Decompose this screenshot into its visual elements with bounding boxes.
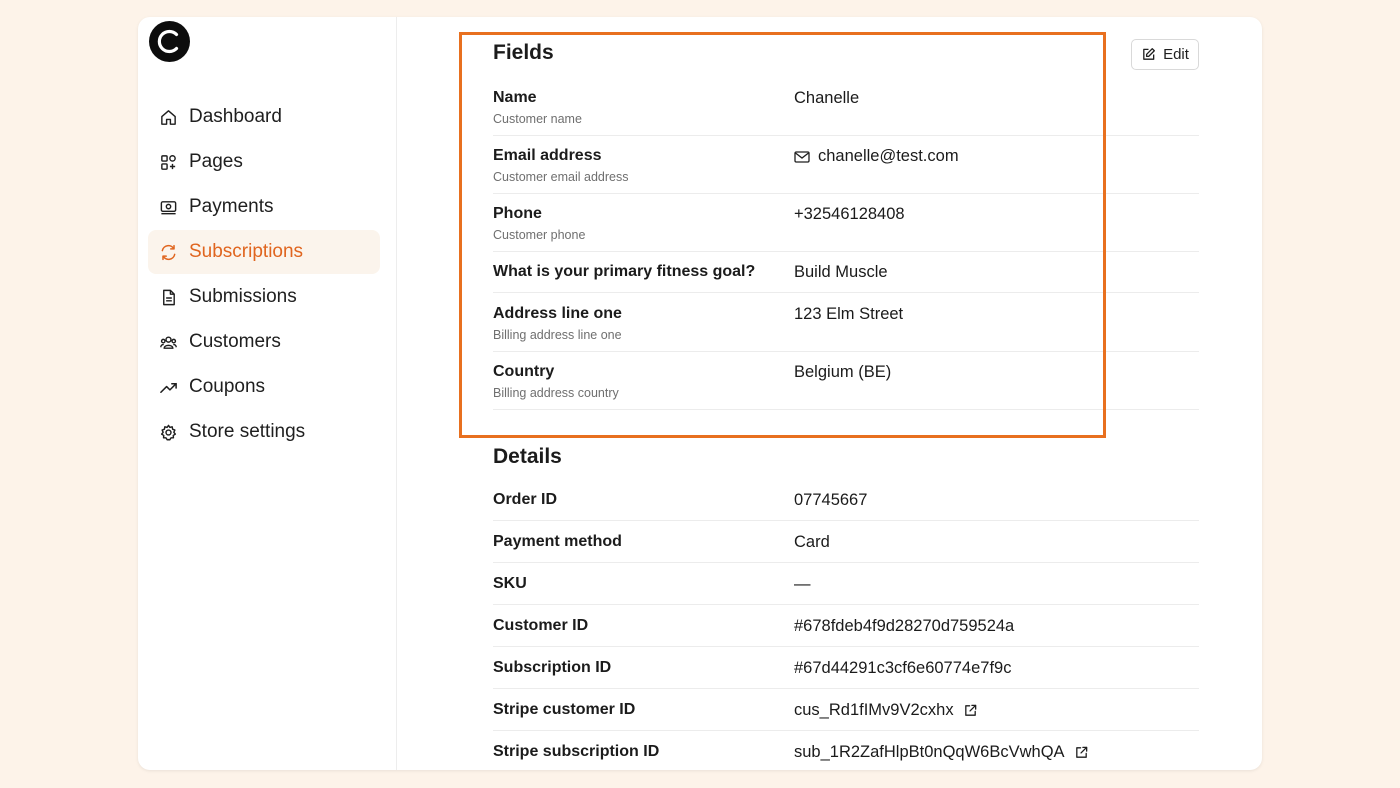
trending-up-icon [159,378,178,397]
fields-section-title: Fields [493,41,554,64]
detail-row-subscription-id: Subscription ID #67d44291c3cf6e60774e7f9… [493,659,1199,689]
field-label: Country [493,363,555,380]
sidebar-item-store-settings[interactable]: Store settings [148,410,380,454]
field-row-name: Name Customer name Chanelle [493,89,1199,136]
detail-value: cus_Rd1fIMv9V2cxhx [794,701,978,720]
detail-value-text: #67d44291c3cf6e60774e7f9c [794,659,1012,677]
field-value-text: Belgium (BE) [794,363,892,381]
detail-value: #67d44291c3cf6e60774e7f9c [794,659,1011,678]
detail-label: Subscription ID [493,659,612,676]
sidebar-item-dashboard[interactable]: Dashboard [148,95,380,139]
sidebar-item-label: Payments [189,196,274,217]
field-label: What is your primary fitness goal? [493,263,756,280]
gear-icon [159,423,178,442]
sidebar-item-subscriptions[interactable]: Subscriptions [148,230,380,274]
sidebar-item-coupons[interactable]: Coupons [148,365,380,409]
detail-value: Card [794,533,830,552]
sidebar-item-payments[interactable]: Payments [148,185,380,229]
document-icon [159,288,178,307]
detail-label: Payment method [493,533,622,550]
sidebar-item-customers[interactable]: Customers [148,320,380,364]
field-sublabel: Billing address line one [493,328,622,342]
field-sublabel: Customer name [493,112,582,126]
sidebar-item-label: Dashboard [189,106,282,127]
field-row-fitness-goal: What is your primary fitness goal? Build… [493,263,1199,293]
detail-label: Stripe customer ID [493,701,636,718]
refresh-icon [159,243,178,262]
field-sublabel: Customer phone [493,228,586,242]
field-label: Email address [493,147,602,164]
field-label: Phone [493,205,542,222]
field-label: Address line one [493,305,622,322]
grid-plus-icon [159,153,178,172]
users-icon [159,333,178,352]
detail-value-text: cus_Rd1fIMv9V2cxhx [794,701,954,719]
detail-row-stripe-customer-id: Stripe customer ID cus_Rd1fIMv9V2cxhx [493,701,1199,731]
field-label: Name [493,89,537,106]
sidebar: Dashboard Pages Payments Subscriptions S… [138,17,397,770]
field-sublabel: Billing address country [493,386,619,400]
field-value: Build Muscle [794,263,888,282]
sidebar-item-label: Pages [189,151,243,172]
field-row-address-line-one: Address line one Billing address line on… [493,305,1199,352]
external-link-icon[interactable] [1074,745,1089,760]
field-row-email: Email address Customer email address cha… [493,147,1199,194]
sidebar-item-label: Customers [189,331,281,352]
detail-value-text: 07745667 [794,491,868,509]
detail-value: #678fdeb4f9d28270d759524a [794,617,1014,636]
banknote-icon [159,198,178,217]
detail-row-payment-method: Payment method Card [493,533,1199,563]
detail-label: Customer ID [493,617,589,634]
field-value: +32546128408 [794,205,905,224]
detail-value-text: — [794,575,811,593]
detail-row-sku: SKU — [493,575,1199,605]
field-row-phone: Phone Customer phone +32546128408 [493,205,1199,252]
detail-row-stripe-subscription-id: Stripe subscription ID sub_1R2ZafHlpBt0n… [493,743,1199,770]
details-section-title: Details [493,445,562,468]
sidebar-item-label: Coupons [189,376,266,397]
field-value: 123 Elm Street [794,305,903,324]
detail-row-order-id: Order ID 07745667 [493,491,1199,521]
field-value: chanelle@test.com [794,147,959,166]
field-sublabel: Customer email address [493,170,629,184]
detail-value-text: sub_1R2ZafHlpBt0nQqW6BcVwhQA [794,743,1065,761]
sidebar-item-label: Submissions [189,286,297,307]
detail-value-text: #678fdeb4f9d28270d759524a [794,617,1015,635]
sidebar-item-pages[interactable]: Pages [148,140,380,184]
mail-icon [794,150,810,164]
field-value-text: 123 Elm Street [794,305,904,323]
sidebar-item-submissions[interactable]: Submissions [148,275,380,319]
detail-label: Stripe subscription ID [493,743,660,760]
home-icon [159,108,178,127]
detail-value-text: Card [794,533,830,551]
detail-value: 07745667 [794,491,867,510]
field-value-text: +32546128408 [794,205,905,223]
app-window: Dashboard Pages Payments Subscriptions S… [138,17,1262,770]
external-link-icon[interactable] [963,703,978,718]
sidebar-item-label: Subscriptions [189,241,304,262]
detail-label: Order ID [493,491,558,508]
field-value-text: chanelle@test.com [818,147,959,165]
sidebar-item-label: Store settings [189,421,306,442]
sidebar-nav: Dashboard Pages Payments Subscriptions S… [148,95,380,455]
field-value: Chanelle [794,89,859,108]
field-value-text: Build Muscle [794,263,888,281]
brand-logo-icon[interactable] [149,21,190,62]
field-row-country: Country Billing address country Belgium … [493,363,1199,410]
detail-value: — [794,575,811,594]
field-value: Belgium (BE) [794,363,891,382]
detail-value: sub_1R2ZafHlpBt0nQqW6BcVwhQA [794,743,1089,762]
detail-label: SKU [493,575,527,592]
detail-row-customer-id: Customer ID #678fdeb4f9d28270d759524a [493,617,1199,647]
field-value-text: Chanelle [794,89,860,107]
main-content: Fields Name Customer name Chanelle Email… [493,17,1199,770]
